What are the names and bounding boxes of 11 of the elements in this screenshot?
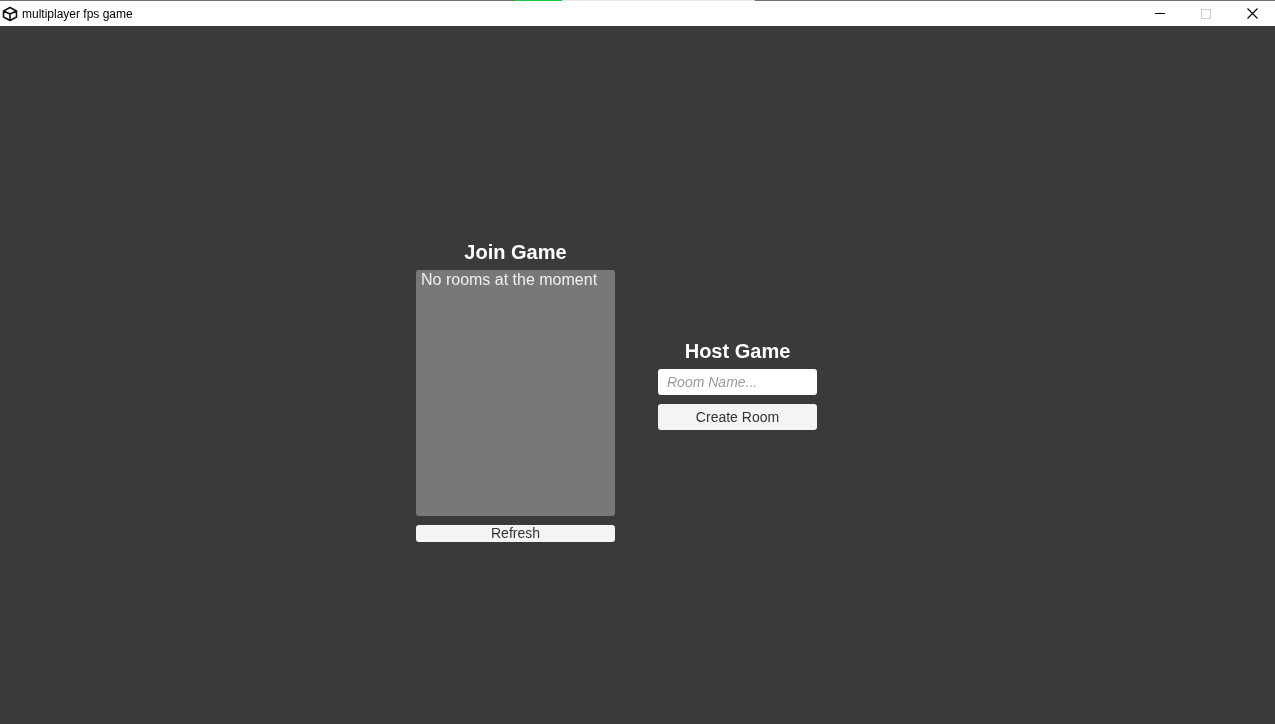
create-room-button[interactable]: Create Room <box>658 404 817 430</box>
cube-logo-icon <box>2 5 18 22</box>
room-name-field[interactable]: Room Name... <box>658 369 817 395</box>
close-icon <box>1246 8 1258 19</box>
empty-list-message: No rooms at the moment <box>421 271 598 289</box>
host-game-heading: Host Game <box>683 339 792 363</box>
minimize-icon <box>1155 13 1165 14</box>
refresh-button[interactable]: Refresh <box>416 525 615 542</box>
window-title: multiplayer fps game <box>22 6 133 21</box>
join-game-heading: Join Game <box>463 240 568 264</box>
maximize-icon <box>1201 8 1211 19</box>
